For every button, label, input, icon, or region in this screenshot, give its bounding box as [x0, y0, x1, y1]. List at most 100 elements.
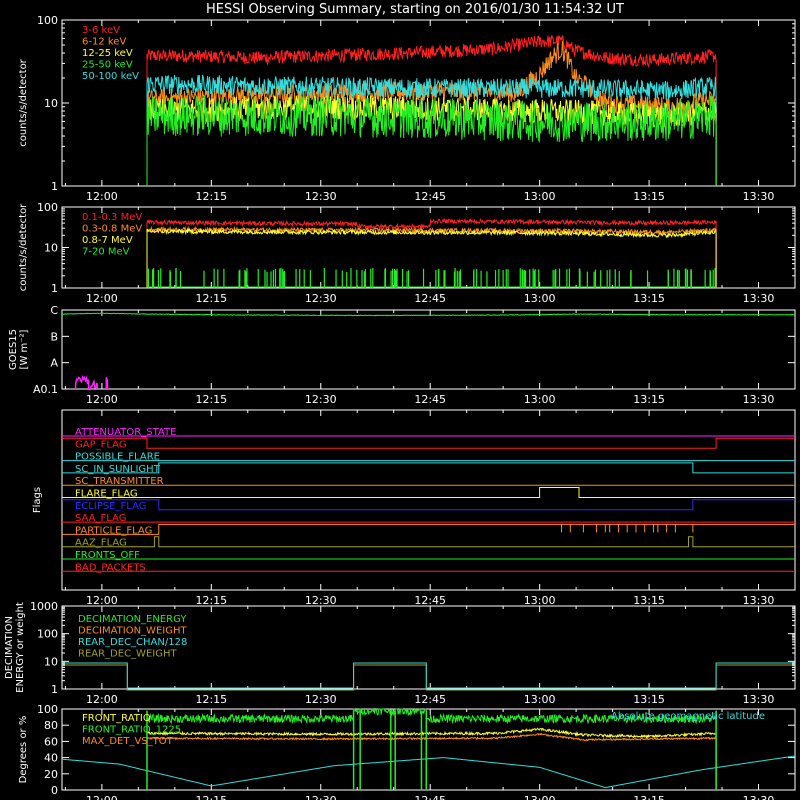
legend-entry: 0.8-7 MeV: [82, 235, 133, 246]
time-tick-label: 13:30: [743, 794, 775, 800]
time-tick-label: 12:15: [195, 594, 227, 607]
y-tick-label: B: [50, 330, 58, 343]
y-tick-label: 80: [44, 719, 58, 732]
time-tick-label: 13:15: [633, 190, 665, 203]
time-tick-label: 12:30: [305, 393, 337, 406]
time-tick-label: 13:00: [524, 190, 556, 203]
time-tick-label: 12:30: [305, 693, 337, 706]
legend-entry: FRONT_RATIO: [82, 713, 151, 724]
flag-line: [62, 536, 795, 548]
legend-entry: 6-12 keV: [82, 37, 126, 48]
legend-entry: 0.1-0.3 MeV: [82, 212, 142, 223]
time-tick-label: 12:00: [86, 794, 118, 800]
y-tick-label: 10: [44, 655, 58, 668]
ratio-line-3: [61, 755, 795, 788]
time-tick-label: 13:00: [524, 393, 556, 406]
y-tick-label: 100: [37, 628, 58, 641]
time-tick-label: 13:15: [633, 794, 665, 800]
time-tick-label: 12:30: [305, 794, 337, 800]
time-tick-label: 12:30: [305, 292, 337, 305]
time-tick-label: 13:00: [524, 693, 556, 706]
time-tick-label: 12:00: [86, 190, 118, 203]
flag-line: [62, 437, 795, 449]
chart-title: HESSI Observing Summary, starting on 201…: [206, 2, 624, 17]
legend-entry: DECIMATION_ENERGY: [78, 614, 187, 625]
time-tick-label: 12:45: [414, 190, 446, 203]
y-tick-label: 1: [51, 683, 58, 696]
time-tick-label: 12:30: [305, 190, 337, 203]
y-axis-label: counts/s/detector: [18, 58, 29, 146]
legend-entry: 7-20 MeV: [82, 247, 130, 258]
y-tick-label: 20: [44, 768, 58, 781]
time-tick-label: 12:15: [195, 693, 227, 706]
y-tick-label: C: [50, 304, 58, 317]
y-axis-label: [W m⁻²]: [19, 329, 30, 369]
y-tick-label: A: [50, 357, 58, 370]
time-tick-label: 13:30: [743, 190, 775, 203]
time-tick-label: 12:45: [414, 393, 446, 406]
y-tick-label: 1: [51, 282, 58, 295]
y-axis-label: DECIMATION: [4, 616, 15, 679]
legend-entry: MAX_DET_VS_TOT: [82, 736, 174, 747]
latitude-label: Absolute geomagnetic latitude: [611, 711, 765, 722]
legend-entry: 0.3-0.8 MeV: [82, 224, 142, 235]
flag-label: ECLIPSE_FLAG: [75, 501, 146, 512]
flag-line: [62, 499, 795, 511]
y-tick-label: 100: [37, 703, 58, 716]
y-tick-label: A0.1: [33, 383, 58, 396]
y-axis-label: Degrees or %: [18, 716, 29, 784]
y-tick-label: 0: [51, 784, 58, 797]
time-tick-label: 13:15: [633, 594, 665, 607]
chart-layer: 12:00 12:15 12:30 12:45 13:00 13:15 13:30 count…: [4, 14, 796, 800]
time-tick-label: 12:00: [86, 393, 118, 406]
flag-line: [62, 462, 795, 474]
time-tick-label: 13:30: [743, 292, 775, 305]
time-tick-label: 13:00: [524, 292, 556, 305]
flag-label: GAP_FLAG: [75, 439, 127, 450]
time-tick-label: 13:15: [633, 393, 665, 406]
legend-entry: 3-6 keV: [82, 25, 120, 36]
time-tick-label: 12:15: [195, 794, 227, 800]
time-tick-label: 12:00: [86, 594, 118, 607]
time-tick-label: 12:45: [414, 693, 446, 706]
time-tick-label: 12:00: [86, 693, 118, 706]
time-tick-label: 13:00: [524, 794, 556, 800]
time-tick-label: 13:30: [743, 594, 775, 607]
time-tick-label: 13:30: [743, 693, 775, 706]
y-tick-label: 10: [44, 242, 58, 255]
legend-entry: FRONT_RATIO_1225: [82, 725, 181, 736]
time-tick-label: 12:15: [195, 292, 227, 305]
time-tick-label: 13:00: [524, 594, 556, 607]
legend-entry: REAR_DEC_CHAN/128: [78, 637, 187, 648]
y-tick-label: 1000: [30, 600, 58, 613]
goes-burst-1: [90, 378, 99, 390]
time-tick-label: 13:30: [743, 393, 775, 406]
decimation-line-1: [62, 662, 795, 689]
time-tick-label: 12:15: [195, 190, 227, 203]
legend-entry: REAR_DEC_WEIGHT: [78, 649, 177, 660]
y-tick-label: 10: [44, 97, 58, 110]
y-tick-label: 60: [44, 735, 58, 748]
observing-summary-chart: HESSI Observing Summary, starting on 201…: [4, 2, 796, 800]
ratio-line-2: [146, 732, 717, 790]
time-tick-label: 12:45: [414, 292, 446, 305]
time-tick-label: 13:15: [633, 292, 665, 305]
y-tick-label: 100: [37, 14, 58, 27]
legend-entry: 12-25 keV: [82, 48, 133, 59]
y-axis-label: GOES15: [8, 329, 19, 370]
panel-frame-2: [61, 309, 796, 390]
goes-line-0: [61, 312, 796, 317]
legend-entry: 25-50 keV: [82, 60, 133, 71]
flag-line: [62, 523, 795, 535]
y-axis-label: ENERGY or weight: [15, 602, 26, 693]
time-tick-label: 12:00: [86, 292, 118, 305]
time-tick-label: 12:45: [414, 594, 446, 607]
y-tick-label: 1: [51, 180, 58, 193]
series-line-3: [146, 95, 717, 186]
legend-entry: DECIMATION_WEIGHT: [78, 626, 187, 637]
y-tick-label: 100: [37, 201, 58, 214]
time-tick-label: 12:15: [195, 393, 227, 406]
y-axis-label: Flags: [32, 487, 43, 513]
legend-entry: 50-100 keV: [82, 71, 139, 82]
y-tick-label: 40: [44, 752, 58, 765]
